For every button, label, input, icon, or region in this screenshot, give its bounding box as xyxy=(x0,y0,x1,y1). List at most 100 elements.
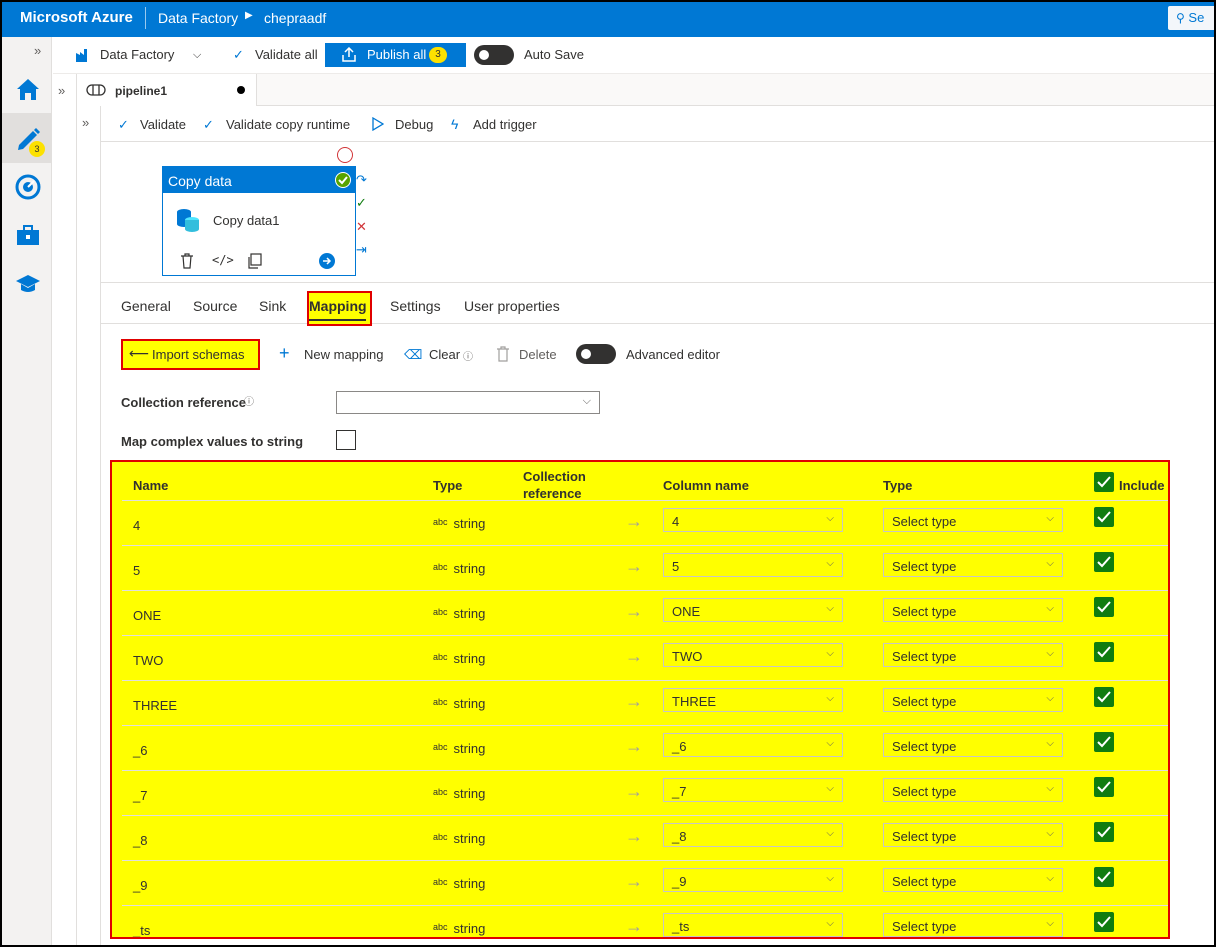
debug-button[interactable]: Debug xyxy=(395,117,433,132)
factory-selector[interactable]: Data Factory xyxy=(100,47,174,62)
source-type-label: string xyxy=(453,696,486,711)
chevron-down-icon: ⌵ xyxy=(1046,603,1054,614)
activity-name: Copy data1 xyxy=(213,213,280,228)
clear-info-icon[interactable]: ⓘ xyxy=(463,348,473,363)
source-type: abc string xyxy=(433,606,485,621)
source-type: abc string xyxy=(433,741,485,756)
include-checkbox[interactable] xyxy=(1094,822,1114,842)
validate-button[interactable]: Validate xyxy=(140,117,186,132)
chevron-down-icon: ⌵ xyxy=(826,693,834,704)
copy-data-activity[interactable]: Copy data Copy data1 </> xyxy=(162,166,356,276)
include-checkbox[interactable] xyxy=(1094,777,1114,797)
sink-type-dropdown[interactable]: Select type ⌵ xyxy=(883,778,1063,802)
go-arrow-icon[interactable] xyxy=(319,253,335,269)
chevron-down-icon: ⌵ xyxy=(826,918,834,929)
expand-resources-icon[interactable]: » xyxy=(58,83,65,98)
sink-type-dropdown[interactable]: Select type ⌵ xyxy=(883,868,1063,892)
sink-type-dropdown[interactable]: Select type ⌵ xyxy=(883,598,1063,622)
add-trigger-button[interactable]: Add trigger xyxy=(473,117,537,132)
search-placeholder: Se xyxy=(1188,10,1205,25)
mapping-arrow-icon: → xyxy=(625,781,643,801)
skip-icon[interactable]: ↷ xyxy=(356,172,367,188)
sink-column-dropdown[interactable]: ONE ⌵ xyxy=(663,598,843,622)
sink-column-dropdown[interactable]: THREE ⌵ xyxy=(663,688,843,712)
expand-rail-icon[interactable]: » xyxy=(34,43,41,58)
delete-activity-icon[interactable] xyxy=(179,253,195,269)
collection-reference-select[interactable]: ⌵ xyxy=(336,391,600,414)
chevron-down-icon: ⌵ xyxy=(1046,513,1054,524)
import-schemas-button[interactable]: Import schemas xyxy=(152,347,244,362)
search-input[interactable]: ⚲ Se xyxy=(1168,6,1216,30)
tab-mapping[interactable]: Mapping xyxy=(309,298,367,314)
breadcrumb-factory-name[interactable]: chepraadf xyxy=(264,10,326,26)
learning-cap-icon[interactable] xyxy=(14,270,42,298)
sink-type-dropdown[interactable]: Select type ⌵ xyxy=(883,823,1063,847)
sink-type-dropdown[interactable]: Select type ⌵ xyxy=(883,643,1063,667)
chevron-down-icon[interactable]: ⌵ xyxy=(193,49,201,62)
auto-save-toggle[interactable] xyxy=(474,45,514,65)
expand-activities-icon[interactable]: » xyxy=(82,115,89,130)
sink-column-dropdown[interactable]: TWO ⌵ xyxy=(663,643,843,667)
validate-copy-runtime-button[interactable]: Validate copy runtime xyxy=(226,117,350,132)
monitor-icon[interactable] xyxy=(14,173,42,201)
new-mapping-button[interactable]: New mapping xyxy=(304,347,384,362)
tab-source[interactable]: Source xyxy=(193,298,237,314)
source-type-label: string xyxy=(453,921,486,936)
sink-column-dropdown[interactable]: _7 ⌵ xyxy=(663,778,843,802)
code-icon[interactable]: </> xyxy=(212,253,234,267)
activity-properties-tabs: General Source Sink Settings User proper… xyxy=(101,284,1216,324)
include-checkbox[interactable] xyxy=(1094,912,1114,932)
sink-type-dropdown[interactable]: Select type ⌵ xyxy=(883,688,1063,712)
manage-toolbox-icon[interactable] xyxy=(14,221,42,249)
publish-all-button[interactable]: Publish all 3 xyxy=(325,43,466,67)
sink-column-dropdown[interactable]: _9 ⌵ xyxy=(663,868,843,892)
pipeline-toolbar: ✓ Validate ✓ Validate copy runtime Debug… xyxy=(101,106,1216,142)
tab-user-properties[interactable]: User properties xyxy=(464,298,560,314)
mapping-arrow-icon: → xyxy=(625,556,643,576)
sink-type-dropdown[interactable]: Select type ⌵ xyxy=(883,913,1063,937)
tab-sink[interactable]: Sink xyxy=(259,298,286,314)
include-checkbox[interactable] xyxy=(1094,507,1114,527)
sink-type-dropdown[interactable]: Select type ⌵ xyxy=(883,553,1063,577)
clone-icon[interactable] xyxy=(247,253,263,269)
header-collection-ref-line2: reference xyxy=(523,486,582,501)
include-checkbox[interactable] xyxy=(1094,597,1114,617)
sink-column-dropdown[interactable]: _6 ⌵ xyxy=(663,733,843,757)
include-all-checkbox[interactable] xyxy=(1094,472,1114,492)
on-failure-icon[interactable]: ✕ xyxy=(356,219,367,235)
header-sink-type: Type xyxy=(883,478,913,493)
source-type: abc string xyxy=(433,786,485,801)
chevron-down-icon: ⌵ xyxy=(826,603,834,614)
sink-column-dropdown[interactable]: _8 ⌵ xyxy=(663,823,843,847)
chevron-down-icon: ⌵ xyxy=(826,783,834,794)
tab-settings[interactable]: Settings xyxy=(390,298,441,314)
source-type: abc string xyxy=(433,696,485,711)
include-checkbox[interactable] xyxy=(1094,552,1114,572)
include-checkbox[interactable] xyxy=(1094,687,1114,707)
advanced-editor-toggle[interactable] xyxy=(576,344,616,364)
on-completion-icon[interactable]: ⇥ xyxy=(356,242,367,258)
source-column-name: _8 xyxy=(133,833,148,848)
unsaved-dot-icon[interactable] xyxy=(237,86,245,94)
include-checkbox[interactable] xyxy=(1094,867,1114,887)
tab-general[interactable]: General xyxy=(121,298,171,314)
source-column-name: 5 xyxy=(133,563,141,578)
sink-type-dropdown[interactable]: Select type ⌵ xyxy=(883,733,1063,757)
breadcrumb-data-factory[interactable]: Data Factory xyxy=(158,10,238,26)
sink-type-value: Select type xyxy=(892,739,957,754)
sink-column-dropdown[interactable]: 4 ⌵ xyxy=(663,508,843,532)
sink-column-dropdown[interactable]: _ts ⌵ xyxy=(663,913,843,937)
map-complex-checkbox[interactable] xyxy=(336,430,356,450)
delete-button[interactable]: Delete xyxy=(519,347,557,362)
clear-button[interactable]: Clear xyxy=(429,347,460,362)
include-checkbox[interactable] xyxy=(1094,642,1114,662)
tab-pipeline1[interactable]: pipeline1 xyxy=(77,74,257,106)
validate-all-button[interactable]: Validate all xyxy=(255,47,318,62)
on-success-icon[interactable]: ✓ xyxy=(356,195,367,211)
home-icon[interactable] xyxy=(14,75,42,103)
sink-type-dropdown[interactable]: Select type ⌵ xyxy=(883,508,1063,532)
azure-brand[interactable]: Microsoft Azure xyxy=(20,9,133,26)
info-icon[interactable]: ⓘ xyxy=(244,393,254,408)
include-checkbox[interactable] xyxy=(1094,732,1114,752)
sink-column-dropdown[interactable]: 5 ⌵ xyxy=(663,553,843,577)
